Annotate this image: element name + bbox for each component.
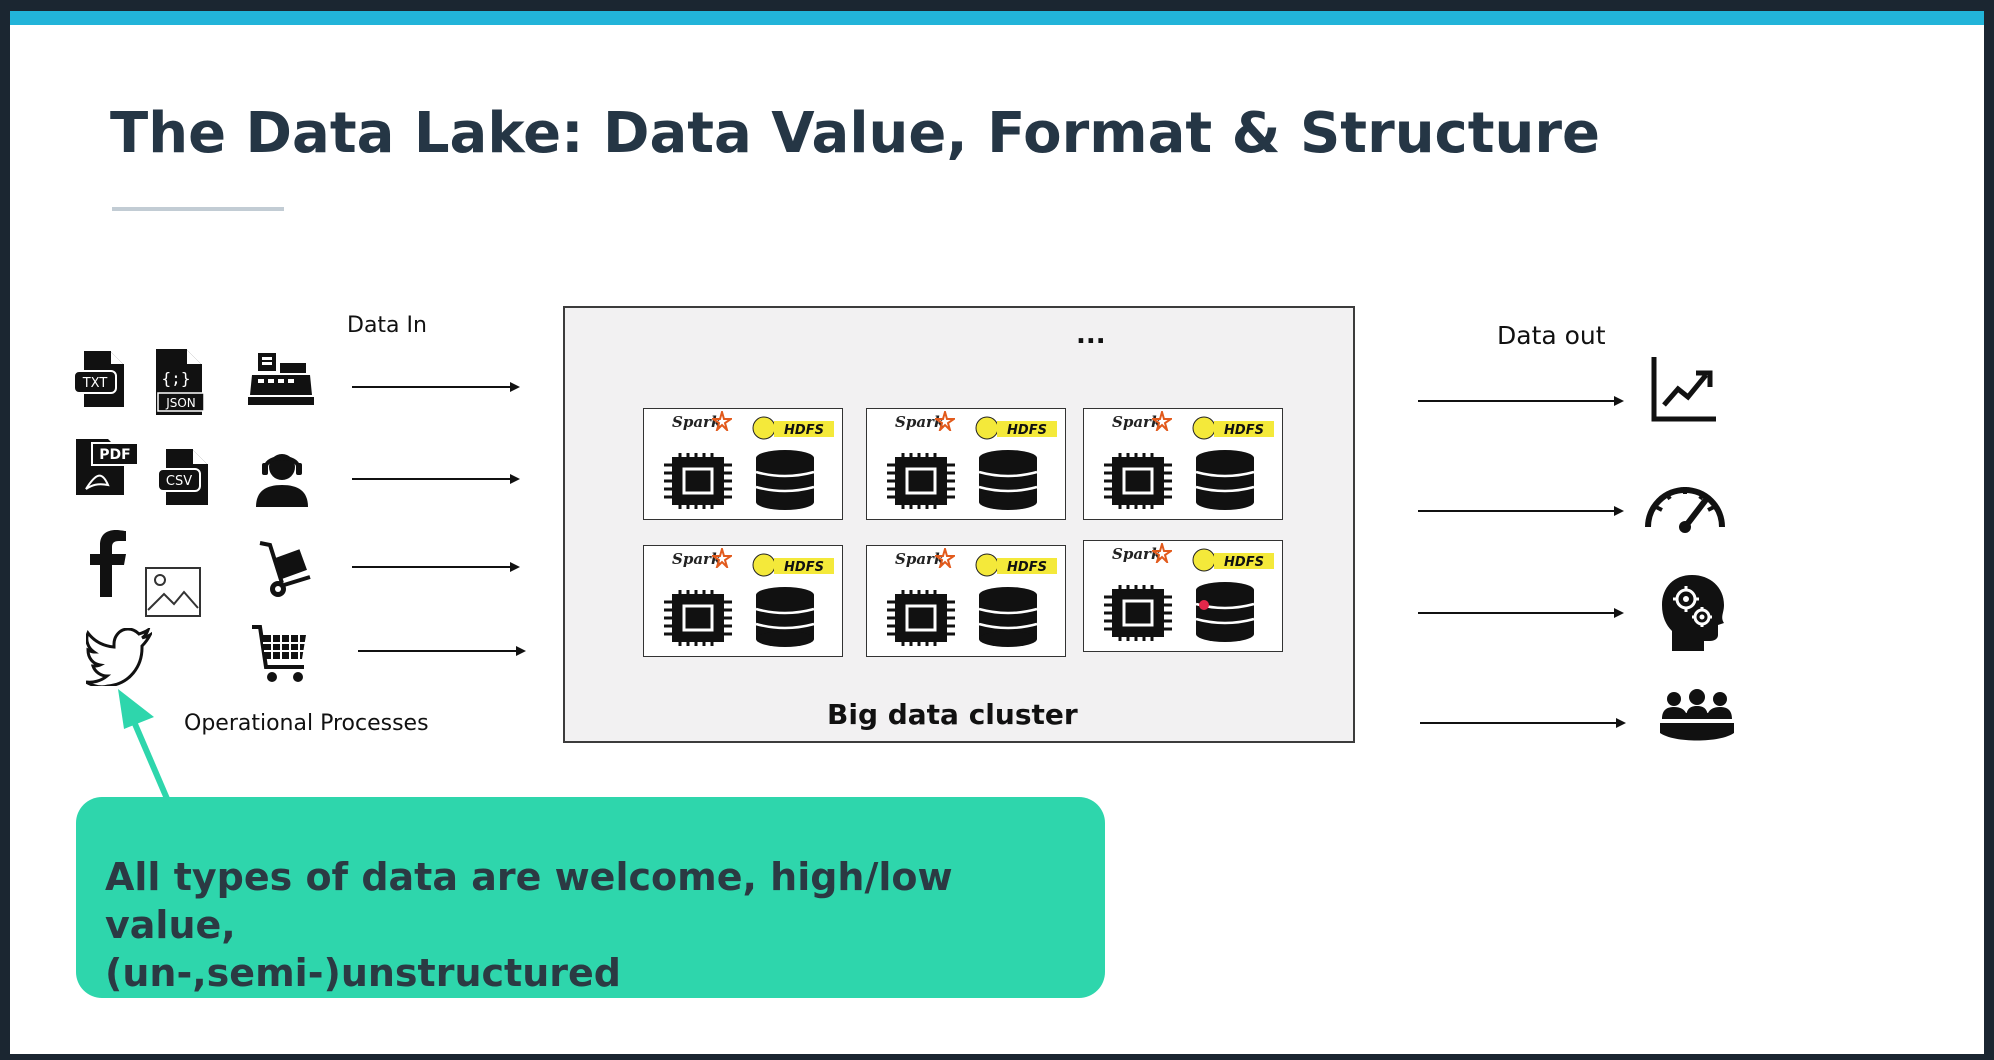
data-in-arrow-2 bbox=[352, 474, 520, 484]
hdfs-text: HDFS bbox=[1007, 560, 1047, 575]
cluster-node: Spark HDFS bbox=[1083, 408, 1283, 520]
hdfs-text: HDFS bbox=[1224, 555, 1264, 570]
data-out-arrow-1 bbox=[1418, 396, 1624, 406]
accent-top-bar bbox=[10, 11, 1984, 25]
cpu-chip-icon bbox=[887, 590, 955, 646]
hdfs-text: HDFS bbox=[784, 423, 824, 438]
hdfs-text: HDFS bbox=[784, 560, 824, 575]
cluster-label: Big data cluster bbox=[827, 698, 1078, 731]
title-underline bbox=[112, 207, 284, 211]
facebook-icon bbox=[90, 530, 126, 597]
database-icon bbox=[1195, 582, 1255, 642]
spark-star-icon bbox=[1152, 411, 1172, 431]
data-out-arrow-2 bbox=[1418, 506, 1624, 516]
data-in-arrow-3 bbox=[352, 562, 520, 572]
group-meeting-icon bbox=[1660, 689, 1734, 741]
cluster-node: Spark HDFS bbox=[866, 545, 1066, 657]
cluster-node: Spark HDFS bbox=[866, 408, 1066, 520]
big-data-cluster: ... Spark HDFS Spark HDFS Spark HDFS Spa… bbox=[563, 306, 1355, 743]
speedometer-icon bbox=[1645, 487, 1725, 533]
hdfs-logo: HDFS bbox=[975, 553, 1057, 577]
database-icon bbox=[755, 587, 815, 647]
data-in-arrow-1 bbox=[352, 382, 520, 392]
hand-truck-icon bbox=[259, 541, 311, 597]
cluster-node: Spark HDFS bbox=[643, 545, 843, 657]
cpu-chip-icon bbox=[664, 453, 732, 509]
data-out-arrow-4 bbox=[1420, 718, 1626, 728]
head-gears-icon bbox=[1662, 575, 1724, 651]
txt-file-icon: TXT bbox=[73, 351, 124, 407]
hdfs-logo: HDFS bbox=[1192, 416, 1274, 440]
database-icon bbox=[755, 450, 815, 510]
data-out-label: Data out bbox=[1497, 321, 1606, 350]
callout-line-1: All types of data are welcome, high/low … bbox=[105, 855, 953, 947]
cpu-chip-icon bbox=[1104, 585, 1172, 641]
json-braces-text: {;} bbox=[162, 369, 191, 388]
data-out-arrow-3 bbox=[1418, 608, 1624, 618]
shopping-cart-icon bbox=[252, 625, 306, 682]
spark-star-icon bbox=[1152, 543, 1172, 563]
cash-register-icon bbox=[248, 353, 314, 405]
csv-file-icon: CSV bbox=[157, 449, 208, 505]
cluster-ellipsis: ... bbox=[1076, 320, 1106, 350]
callout-text: All types of data are welcome, high/low … bbox=[105, 853, 1085, 997]
slide-title: The Data Lake: Data Value, Format & Stru… bbox=[110, 101, 1600, 166]
customer-support-icon bbox=[256, 454, 308, 507]
hdfs-logo: HDFS bbox=[975, 416, 1057, 440]
data-in-arrow-4 bbox=[358, 646, 526, 656]
txt-badge-text: TXT bbox=[82, 376, 108, 391]
alert-dot bbox=[1199, 600, 1209, 610]
hdfs-logo: HDFS bbox=[752, 416, 834, 440]
json-badge-text: JSON bbox=[165, 396, 196, 410]
pdf-file-icon: PDF bbox=[76, 439, 139, 495]
image-icon bbox=[145, 567, 201, 617]
slide: The Data Lake: Data Value, Format & Stru… bbox=[10, 11, 1984, 1054]
callout-box: All types of data are welcome, high/low … bbox=[76, 797, 1105, 998]
cpu-chip-icon bbox=[887, 453, 955, 509]
line-chart-icon bbox=[1651, 357, 1716, 422]
cpu-chip-icon bbox=[664, 590, 732, 646]
twitter-icon bbox=[86, 628, 152, 686]
data-in-label: Data In bbox=[347, 313, 427, 338]
cluster-node: Spark HDFS bbox=[643, 408, 843, 520]
csv-badge-text: CSV bbox=[166, 474, 192, 489]
operational-processes-label: Operational Processes bbox=[184, 711, 429, 736]
cpu-chip-icon bbox=[1104, 453, 1172, 509]
hdfs-text: HDFS bbox=[1007, 423, 1047, 438]
hdfs-logo: HDFS bbox=[1192, 548, 1274, 572]
database-icon bbox=[1195, 450, 1255, 510]
json-file-icon: {;} JSON bbox=[156, 349, 205, 415]
spark-star-icon bbox=[935, 411, 955, 431]
hdfs-text: HDFS bbox=[1224, 423, 1264, 438]
hdfs-logo: HDFS bbox=[752, 553, 834, 577]
spark-star-icon bbox=[712, 411, 732, 431]
database-icon bbox=[978, 587, 1038, 647]
callout-line-2: (un-,semi-)unstructured bbox=[105, 951, 621, 995]
pdf-badge-text: PDF bbox=[99, 447, 130, 463]
spark-star-icon bbox=[712, 548, 732, 568]
database-icon bbox=[978, 450, 1038, 510]
spark-star-icon bbox=[935, 548, 955, 568]
cluster-node: Spark HDFS bbox=[1083, 540, 1283, 652]
